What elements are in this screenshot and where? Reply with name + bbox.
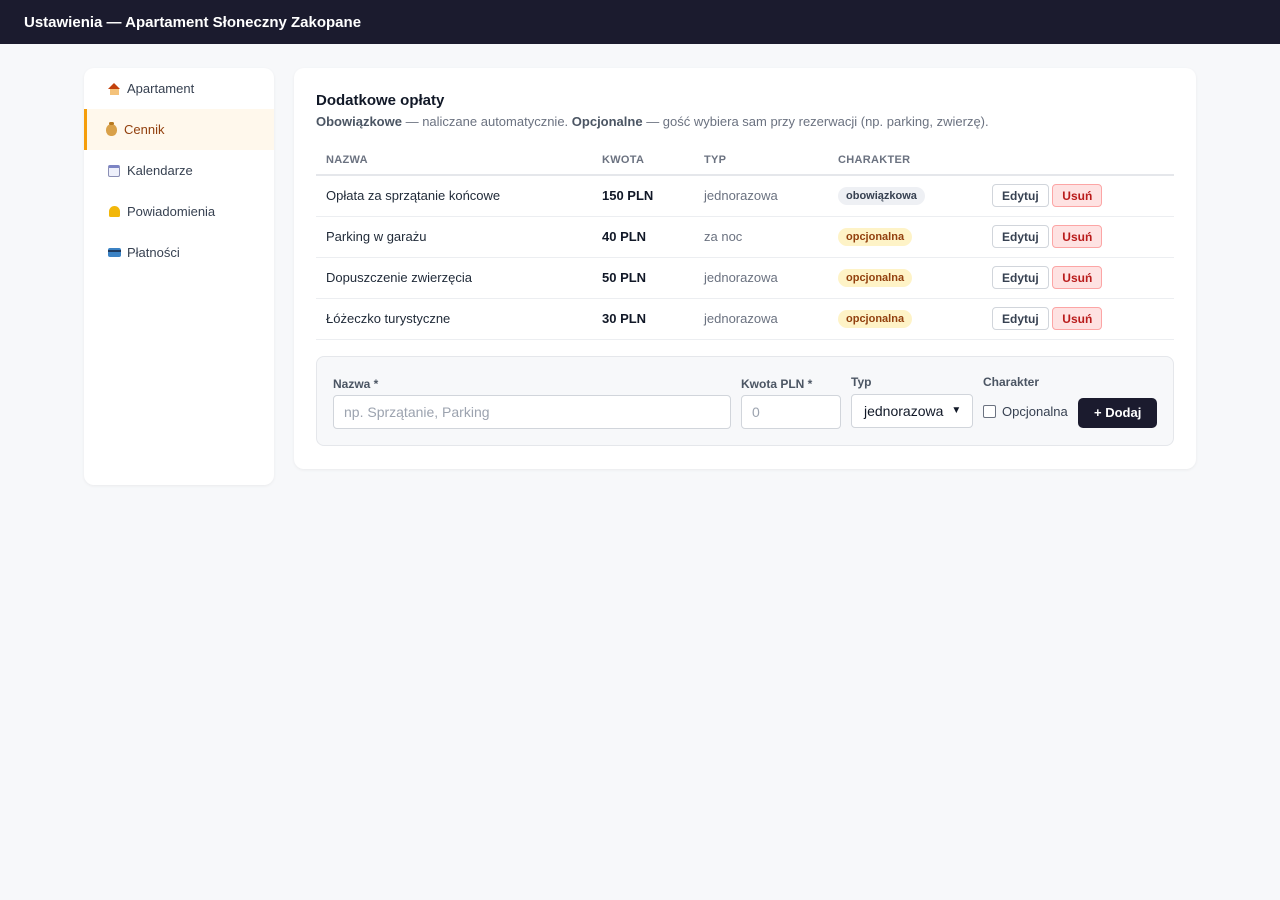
column-header-amount: KWOTA bbox=[592, 145, 694, 176]
column-header-actions bbox=[982, 145, 1174, 176]
table-row: Łóżeczko turystyczne 30 PLN jednorazowa … bbox=[316, 298, 1174, 340]
edit-button[interactable]: Edytuj bbox=[992, 225, 1049, 248]
sidebar-item-label: Powiadomienia bbox=[127, 204, 216, 219]
fee-name: Opłata za sprzątanie końcowe bbox=[316, 175, 592, 217]
fees-panel: Dodatkowe opłaty Obowiązkowe — naliczane… bbox=[294, 68, 1196, 469]
add-fee-form: Nazwa * Kwota PLN * Typ jednorazowa ▼ Ch… bbox=[316, 355, 1174, 446]
fee-character-cell: opcjonalna bbox=[828, 216, 982, 258]
fee-name: Dopuszczenie zwierzęcia bbox=[316, 257, 592, 299]
edit-button[interactable]: Edytuj bbox=[992, 266, 1049, 289]
fee-character-cell: obowiązkowa bbox=[828, 175, 982, 217]
type-select[interactable]: jednorazowa ▼ bbox=[851, 393, 973, 428]
sidebar-item-label: Cennik bbox=[124, 122, 165, 137]
status-badge: opcjonalna bbox=[838, 268, 913, 287]
delete-button[interactable]: Usuń bbox=[1052, 225, 1103, 248]
status-badge: opcjonalna bbox=[838, 309, 913, 328]
calendar-icon bbox=[107, 164, 121, 178]
sidebar-item-platnosci[interactable]: Płatności bbox=[84, 232, 274, 273]
sidebar-item-cennik[interactable]: Cennik bbox=[84, 109, 274, 150]
fee-amount: 150 PLN bbox=[592, 175, 694, 217]
optional-checkbox-label: Opcjonalna bbox=[1002, 403, 1068, 419]
section-description: Obowiązkowe — naliczane automatycznie. O… bbox=[316, 114, 1174, 129]
chevron-down-icon: ▼ bbox=[951, 405, 962, 416]
amount-field[interactable] bbox=[741, 394, 841, 429]
type-field-label: Typ bbox=[851, 374, 872, 389]
sidebar-item-kalendarze[interactable]: Kalendarze bbox=[84, 150, 274, 191]
sidebar-item-label: Płatności bbox=[127, 245, 180, 260]
character-field-label: Charakter bbox=[983, 374, 1040, 389]
fee-amount: 30 PLN bbox=[592, 298, 694, 340]
table-header-row: NAZWA KWOTA TYP CHARAKTER bbox=[316, 145, 1174, 176]
fee-name: Łóżeczko turystyczne bbox=[316, 298, 592, 340]
sidebar-item-apartament[interactable]: Apartament bbox=[84, 68, 274, 109]
delete-button[interactable]: Usuń bbox=[1052, 266, 1103, 289]
section-title: Dodatkowe opłaty bbox=[316, 92, 445, 109]
delete-button[interactable]: Usuń bbox=[1052, 307, 1103, 330]
sidebar-item-label: Apartament bbox=[127, 81, 195, 96]
table-row: Opłata za sprzątanie końcowe 150 PLN jed… bbox=[316, 175, 1174, 217]
page-title: Ustawienia — Apartament Słoneczny Zakopa… bbox=[24, 13, 362, 31]
fee-amount: 50 PLN bbox=[592, 257, 694, 299]
fee-amount: 40 PLN bbox=[592, 216, 694, 258]
fee-type: za noc bbox=[694, 216, 828, 258]
sidebar-item-label: Kalendarze bbox=[127, 163, 193, 178]
status-badge: opcjonalna bbox=[838, 227, 913, 246]
desc-optional-term: Opcjonalne bbox=[571, 114, 643, 129]
table-row: Dopuszczenie zwierzęcia 50 PLN jednorazo… bbox=[316, 257, 1174, 299]
fee-actions: Edytuj Usuń bbox=[982, 298, 1174, 340]
table-row: Parking w garażu 40 PLN za noc opcjonaln… bbox=[316, 216, 1174, 258]
fee-name: Parking w garażu bbox=[316, 216, 592, 258]
add-fee-button[interactable]: + Dodaj bbox=[1078, 397, 1158, 428]
fee-character-cell: opcjonalna bbox=[828, 257, 982, 299]
column-header-character: CHARAKTER bbox=[828, 145, 982, 176]
house-icon bbox=[107, 82, 121, 96]
type-select-value: jednorazowa bbox=[864, 402, 944, 419]
checkbox-box[interactable] bbox=[983, 404, 996, 418]
fees-table: NAZWA KWOTA TYP CHARAKTER Opłata za sprz… bbox=[316, 145, 1174, 340]
sidebar-item-powiadomienia[interactable]: Powiadomienia bbox=[84, 191, 274, 232]
delete-button[interactable]: Usuń bbox=[1052, 184, 1103, 208]
edit-button[interactable]: Edytuj bbox=[992, 184, 1049, 208]
fee-character-cell: opcjonalna bbox=[828, 298, 982, 340]
column-header-type: TYP bbox=[694, 145, 828, 176]
fee-type: jednorazowa bbox=[694, 175, 828, 217]
bell-icon bbox=[107, 205, 121, 219]
fee-actions: Edytuj Usuń bbox=[982, 257, 1174, 299]
desc-mandatory-term: Obowiązkowe bbox=[316, 114, 402, 129]
fee-actions: Edytuj Usuń bbox=[982, 175, 1174, 217]
column-header-name: NAZWA bbox=[316, 145, 592, 176]
top-bar: Ustawienia — Apartament Słoneczny Zakopa… bbox=[0, 0, 1280, 44]
settings-sidebar: Apartament Cennik Kalendarze Powiadomien… bbox=[84, 68, 274, 485]
desc-optional-text: — gość wybiera sam przy rezerwacji (np. … bbox=[642, 114, 989, 129]
fee-type: jednorazowa bbox=[694, 298, 828, 340]
money-bag-icon bbox=[104, 121, 118, 137]
fee-actions: Edytuj Usuń bbox=[982, 216, 1174, 258]
credit-card-icon bbox=[107, 246, 121, 260]
status-badge: obowiązkowa bbox=[838, 186, 925, 205]
name-field-label: Nazwa * bbox=[333, 376, 379, 391]
name-field[interactable] bbox=[333, 394, 731, 429]
amount-field-label: Kwota PLN * bbox=[741, 376, 813, 391]
optional-checkbox[interactable]: Opcjonalna bbox=[983, 404, 1068, 419]
desc-mandatory-text: — naliczane automatycznie. bbox=[401, 114, 572, 129]
fee-type: jednorazowa bbox=[694, 257, 828, 299]
edit-button[interactable]: Edytuj bbox=[992, 307, 1049, 330]
